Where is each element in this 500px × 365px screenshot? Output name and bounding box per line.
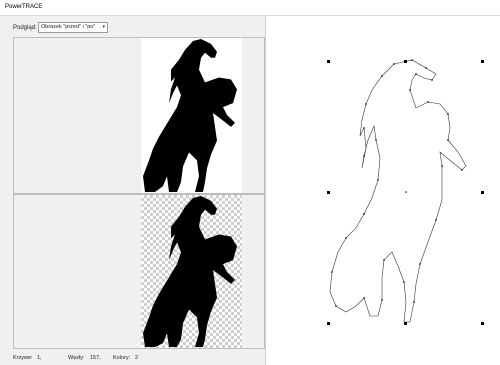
preview-label: Podgląd: xyxy=(13,25,37,31)
horse-outline-path xyxy=(329,59,467,323)
curves-label: Krzywe: xyxy=(13,355,33,361)
center-marker xyxy=(405,191,407,193)
selection-handle[interactable] xyxy=(481,322,484,325)
nodes-label: Węzły: xyxy=(68,355,85,361)
colors-label: Kolory: xyxy=(113,355,131,361)
preview-before-pane[interactable] xyxy=(13,37,265,194)
powertrace-panel: Podgląd: Obrazek "przed" i "po" ▾ Krzywe… xyxy=(0,16,266,365)
colors-value: 2 xyxy=(135,355,139,361)
selection-handle[interactable] xyxy=(481,60,484,63)
horse-silhouette-original xyxy=(143,38,237,193)
document-canvas[interactable] xyxy=(266,16,500,365)
nodes-value: 157, xyxy=(90,355,101,361)
preview-mode-value: Obrazek "przed" i "po" xyxy=(41,24,96,30)
traced-outline xyxy=(327,59,484,325)
selection-handle[interactable] xyxy=(404,60,407,63)
preview-after-pane[interactable] xyxy=(13,194,265,349)
window-title: PowerTRACE xyxy=(5,4,43,10)
selection-handle[interactable] xyxy=(327,191,330,194)
chevron-down-icon[interactable]: ▾ xyxy=(102,23,105,32)
status-bar: Krzywe: 1, Węzły: 157, Kolory: 2 xyxy=(13,352,265,364)
selection-handle[interactable] xyxy=(481,191,484,194)
title-bar: PowerTRACE xyxy=(0,0,500,16)
selection-handle[interactable] xyxy=(327,322,330,325)
selection-handle[interactable] xyxy=(404,322,407,325)
traced-image xyxy=(141,195,242,348)
selection-handle[interactable] xyxy=(327,60,330,63)
original-image xyxy=(141,38,242,193)
preview-mode-select[interactable]: Obrazek "przed" i "po" ▾ xyxy=(38,22,108,33)
horse-silhouette-traced xyxy=(143,195,237,348)
trace-nodes xyxy=(331,59,463,307)
curves-value: 1, xyxy=(37,355,42,361)
